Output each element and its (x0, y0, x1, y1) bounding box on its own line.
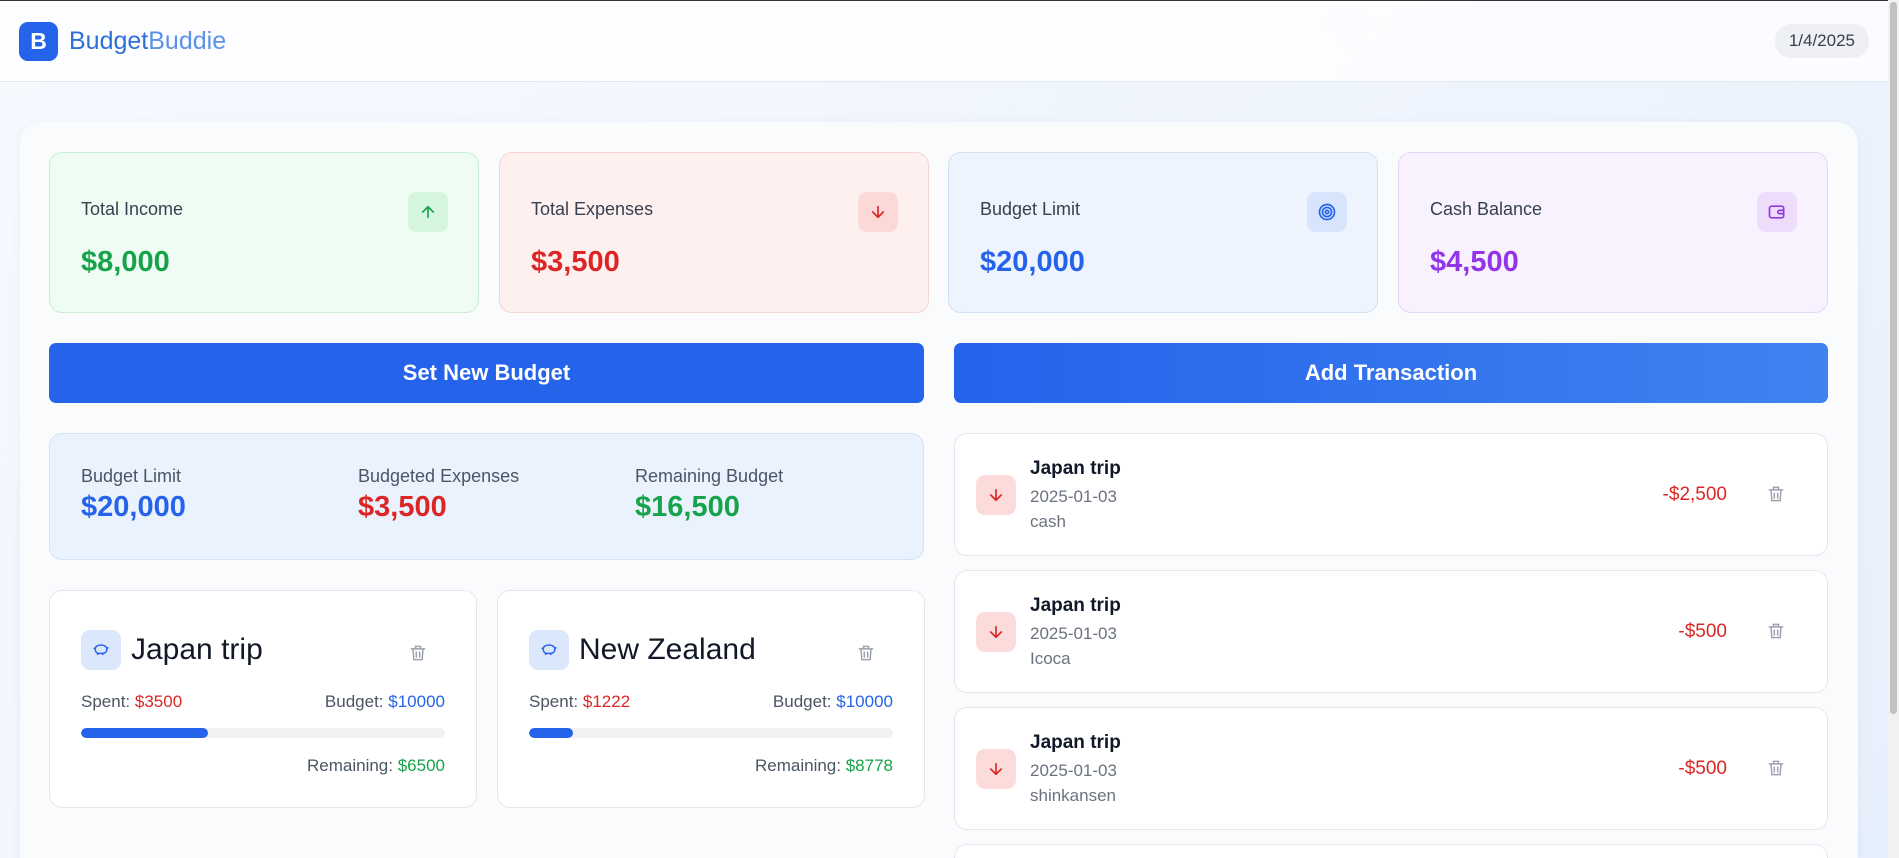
transaction-date: 2025-01-03 (1030, 761, 1117, 780)
transaction-note: shinkansen (1030, 786, 1117, 805)
summary-label: Budget Limit (81, 466, 182, 486)
transaction-date: 2025-01-03 (1030, 624, 1117, 643)
budget-amount: Budget: $10000 (773, 692, 893, 712)
budget-amount: Budget: $10000 (325, 692, 445, 712)
transaction-amount: -$500 (1678, 758, 1727, 779)
brand[interactable]: B BudgetBuddie (19, 21, 226, 61)
brand-logo: B (19, 21, 58, 61)
budget-spent: Spent: $3500 (81, 692, 182, 712)
transaction-item: Japan trip 2025-01-03 Icoca -$500 (954, 570, 1828, 693)
summary-remaining-budget: Remaining Budget $16,500 (635, 466, 783, 524)
transaction-item: Japan trip 2025-01-03 shinkansen -$500 (954, 707, 1828, 830)
budget-progress-bar (529, 728, 893, 738)
arrow-down-icon (858, 192, 898, 232)
remaining-value: $8778 (845, 756, 893, 775)
delete-transaction-trash-icon[interactable] (1766, 484, 1786, 509)
transaction-note: Icoca (1030, 649, 1071, 668)
summary-label: Remaining Budget (635, 466, 784, 486)
summary-value: $3,500 (358, 491, 447, 523)
stat-value: $4,500 (1430, 246, 1519, 278)
delete-budget-trash-icon[interactable] (856, 643, 876, 668)
summary-label: Budgeted Expenses (358, 466, 520, 486)
stat-card-total-income: Total Income $8,000 (49, 152, 479, 313)
stat-label: Total Income (81, 199, 184, 219)
transaction-amount: -$2,500 (1662, 484, 1727, 505)
transaction-name: Japan trip (1030, 732, 1121, 753)
piggy-bank-icon (529, 630, 569, 670)
delete-budget-trash-icon[interactable] (408, 643, 428, 668)
stat-value: $20,000 (980, 246, 1085, 278)
arrow-down-icon (976, 475, 1016, 515)
piggy-bank-icon (81, 630, 121, 670)
wallet-icon (1757, 192, 1797, 232)
budget-name: Japan trip (131, 633, 263, 666)
budget-remaining: Remaining: $8778 (755, 756, 893, 776)
remaining-label: Remaining: (306, 756, 393, 775)
top-bar: B BudgetBuddie 1/4/2025 (0, 0, 1888, 82)
arrow-up-icon (408, 192, 448, 232)
add-transaction-button[interactable]: Add Transaction (954, 343, 1828, 403)
delete-transaction-trash-icon[interactable] (1766, 621, 1786, 646)
stat-card-total-expenses: Total Expenses $3,500 (499, 152, 929, 313)
stat-card-cash-balance: Cash Balance $4,500 (1398, 152, 1828, 313)
budget-value: $10000 (388, 692, 445, 711)
stat-label: Total Expenses (531, 199, 654, 219)
budget-card: New Zealand Spent: $1222 Budget: $10000 … (497, 590, 925, 808)
stat-label: Cash Balance (1430, 199, 1543, 219)
stat-label: Budget Limit (980, 199, 1081, 219)
summary-budget-limit: Budget Limit $20,000 (81, 466, 186, 524)
transaction-name: Japan trip (1030, 595, 1121, 616)
budget-label: Budget: (324, 692, 384, 711)
summary-budgeted-expenses: Budgeted Expenses $3,500 (358, 466, 519, 524)
budget-progress-fill (529, 728, 574, 738)
target-icon (1307, 192, 1347, 232)
spent-value: $1222 (582, 692, 631, 711)
budget-summary: Budget Limit $20,000 Budgeted Expenses $… (49, 433, 924, 560)
arrow-down-icon (976, 612, 1016, 652)
stat-value: $3,500 (531, 246, 620, 278)
budget-remaining: Remaining: $6500 (307, 756, 445, 776)
budget-progress-bar (81, 728, 445, 738)
transaction-item-partial (954, 844, 1828, 858)
stat-card-budget-limit: Budget Limit $20,000 (948, 152, 1378, 313)
budget-label: Budget: (772, 692, 832, 711)
brand-name-part2: Buddie (148, 26, 227, 55)
remaining-label: Remaining: (754, 756, 841, 775)
scrollbar-thumb[interactable] (1890, 2, 1897, 714)
spent-value: $3500 (134, 692, 183, 711)
transaction-date: 2025-01-03 (1030, 487, 1117, 506)
transaction-amount: -$500 (1678, 621, 1727, 642)
set-new-budget-button[interactable]: Set New Budget (49, 343, 924, 403)
page-scrollbar[interactable] (1888, 0, 1899, 858)
delete-transaction-trash-icon[interactable] (1766, 758, 1786, 783)
budget-value: $10000 (836, 692, 893, 711)
transaction-note: cash (1030, 512, 1066, 531)
spent-label: Spent: (529, 692, 579, 711)
summary-value: $16,500 (635, 491, 740, 523)
current-date: 1/4/2025 (1774, 24, 1869, 58)
budget-progress-fill (81, 728, 209, 738)
brand-name: BudgetBuddie (69, 27, 226, 56)
brand-name-part1: Budget (69, 26, 149, 55)
stat-value: $8,000 (81, 246, 170, 278)
arrow-down-icon (976, 749, 1016, 789)
transaction-item: Japan trip 2025-01-03 cash -$2,500 (954, 433, 1828, 556)
spent-label: Spent: (81, 692, 131, 711)
budget-spent: Spent: $1222 (529, 692, 630, 712)
summary-value: $20,000 (81, 491, 186, 523)
budget-name: New Zealand (579, 633, 756, 666)
remaining-value: $6500 (397, 756, 445, 775)
transaction-name: Japan trip (1030, 458, 1121, 479)
budget-card: Japan trip Spent: $3500 Budget: $10000 R… (49, 590, 477, 808)
